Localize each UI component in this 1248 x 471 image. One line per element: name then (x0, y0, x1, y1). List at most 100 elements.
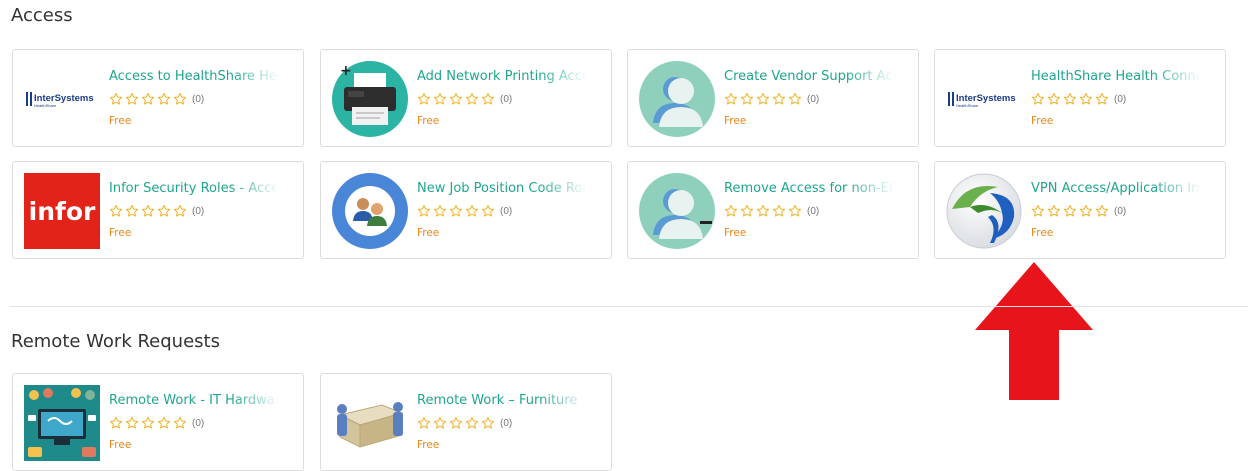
section-divider (10, 306, 1248, 307)
catalog-item-title[interactable]: New Job Position Code Role (417, 181, 587, 196)
star-icon (417, 416, 431, 429)
catalog-item-card[interactable]: Remote Work – Furniture (0) Free (320, 373, 612, 471)
star-icon (788, 204, 802, 217)
star-icon (1079, 92, 1093, 105)
star-rating: (0) (724, 204, 819, 218)
star-icon (109, 92, 123, 105)
star-icon (125, 92, 139, 105)
star-icon (772, 204, 786, 217)
svg-text:+: + (340, 63, 352, 79)
star-icon (449, 416, 463, 429)
star-icon (449, 204, 463, 217)
star-icon (788, 92, 802, 105)
star-icon (1031, 204, 1045, 217)
catalog-item-card[interactable]: VPN Access/Application Install (0) Free (934, 161, 1226, 259)
star-rating: (0) (417, 416, 512, 430)
star-rating: (0) (109, 92, 204, 106)
star-icon (109, 204, 123, 217)
star-icon (1047, 204, 1061, 217)
star-icon (417, 204, 431, 217)
star-icon (141, 204, 155, 217)
catalog-item-card[interactable]: Remote Work - IT Hardware (0) Free (12, 373, 304, 471)
star-icon (125, 204, 139, 217)
star-rating: (0) (1031, 92, 1126, 106)
group-users-icon (332, 173, 408, 249)
star-icon (417, 92, 431, 105)
intersystems-logo-icon: InterSystems HealthShare (946, 61, 1022, 137)
star-icon (740, 92, 754, 105)
catalog-item-card[interactable]: infor Infor Security Roles - Access (0) … (12, 161, 304, 259)
vpn-client-icon (946, 173, 1022, 249)
price-label: Free (724, 227, 747, 239)
star-icon (173, 92, 187, 105)
star-icon (1031, 92, 1045, 105)
rating-count: (0) (192, 93, 205, 105)
star-icon (1063, 92, 1077, 105)
price-label: Free (417, 115, 440, 127)
catalog-item-title[interactable]: Remote Work – Furniture (417, 393, 587, 408)
rating-count: (0) (1114, 205, 1127, 217)
intersystems-logo-icon: InterSystems HealthShare (24, 61, 100, 137)
star-rating: (0) (109, 416, 204, 430)
star-icon (433, 416, 447, 429)
star-icon (465, 92, 479, 105)
star-icon (157, 204, 171, 217)
star-icon (1047, 92, 1061, 105)
star-icon (481, 92, 495, 105)
star-icon (772, 92, 786, 105)
catalog-item-card[interactable]: InterSystems HealthShare HealthShare Hea… (934, 49, 1226, 147)
catalog-item-title[interactable]: VPN Access/Application Install (1031, 181, 1201, 196)
star-rating: (0) (109, 204, 204, 218)
star-icon (433, 204, 447, 217)
price-label: Free (1031, 227, 1054, 239)
price-label: Free (109, 227, 132, 239)
catalog-item-title[interactable]: Add Network Printing Access (417, 69, 587, 84)
star-icon (141, 416, 155, 429)
star-icon (433, 92, 447, 105)
catalog-item-title[interactable]: Remove Access for non-EH User (724, 181, 894, 196)
catalog-item-card[interactable]: InterSystems HealthShare Access to Healt… (12, 49, 304, 147)
star-icon (724, 204, 738, 217)
catalog-item-title[interactable]: Access to HealthShare Health Connect (109, 69, 279, 84)
star-icon (756, 204, 770, 217)
star-icon (173, 204, 187, 217)
star-icon (481, 416, 495, 429)
catalog-item-card[interactable]: + Add Network Printing Access (0) Free (320, 49, 612, 147)
rating-count: (0) (807, 93, 820, 105)
rating-count: (0) (192, 205, 205, 217)
catalog-item-card[interactable]: New Job Position Code Role (0) Free (320, 161, 612, 259)
catalog-item-card[interactable]: Remove Access for non-EH User (0) Free (627, 161, 919, 259)
price-label: Free (417, 227, 440, 239)
star-icon (724, 92, 738, 105)
star-icon (173, 416, 187, 429)
star-icon (1063, 204, 1077, 217)
rating-count: (0) (500, 93, 513, 105)
svg-text:HealthShare: HealthShare (34, 103, 57, 108)
star-icon (141, 92, 155, 105)
star-icon (109, 416, 123, 429)
price-label: Free (1031, 115, 1054, 127)
printer-icon: + (332, 61, 408, 137)
section-title-remote-work: Remote Work Requests (11, 331, 220, 352)
star-icon (465, 204, 479, 217)
star-icon (449, 92, 463, 105)
user-add-icon (639, 61, 715, 137)
star-rating: (0) (417, 92, 512, 106)
price-label: Free (109, 115, 132, 127)
star-icon (465, 416, 479, 429)
section-title-access: Access (11, 5, 73, 26)
catalog-item-card[interactable]: Create Vendor Support Account (0) Free (627, 49, 919, 147)
rating-count: (0) (1114, 93, 1127, 105)
star-icon (1095, 204, 1109, 217)
rating-count: (0) (192, 417, 205, 429)
star-icon (1095, 92, 1109, 105)
catalog-item-title[interactable]: HealthShare Health Connect (1031, 69, 1201, 84)
catalog-item-title[interactable]: Infor Security Roles - Access (109, 181, 279, 196)
catalog-item-title[interactable]: Remote Work - IT Hardware (109, 393, 279, 408)
rating-count: (0) (500, 205, 513, 217)
star-icon (756, 92, 770, 105)
infor-logo-icon: infor (24, 173, 100, 249)
star-icon (481, 204, 495, 217)
catalog-item-title[interactable]: Create Vendor Support Account (724, 69, 894, 84)
price-label: Free (724, 115, 747, 127)
